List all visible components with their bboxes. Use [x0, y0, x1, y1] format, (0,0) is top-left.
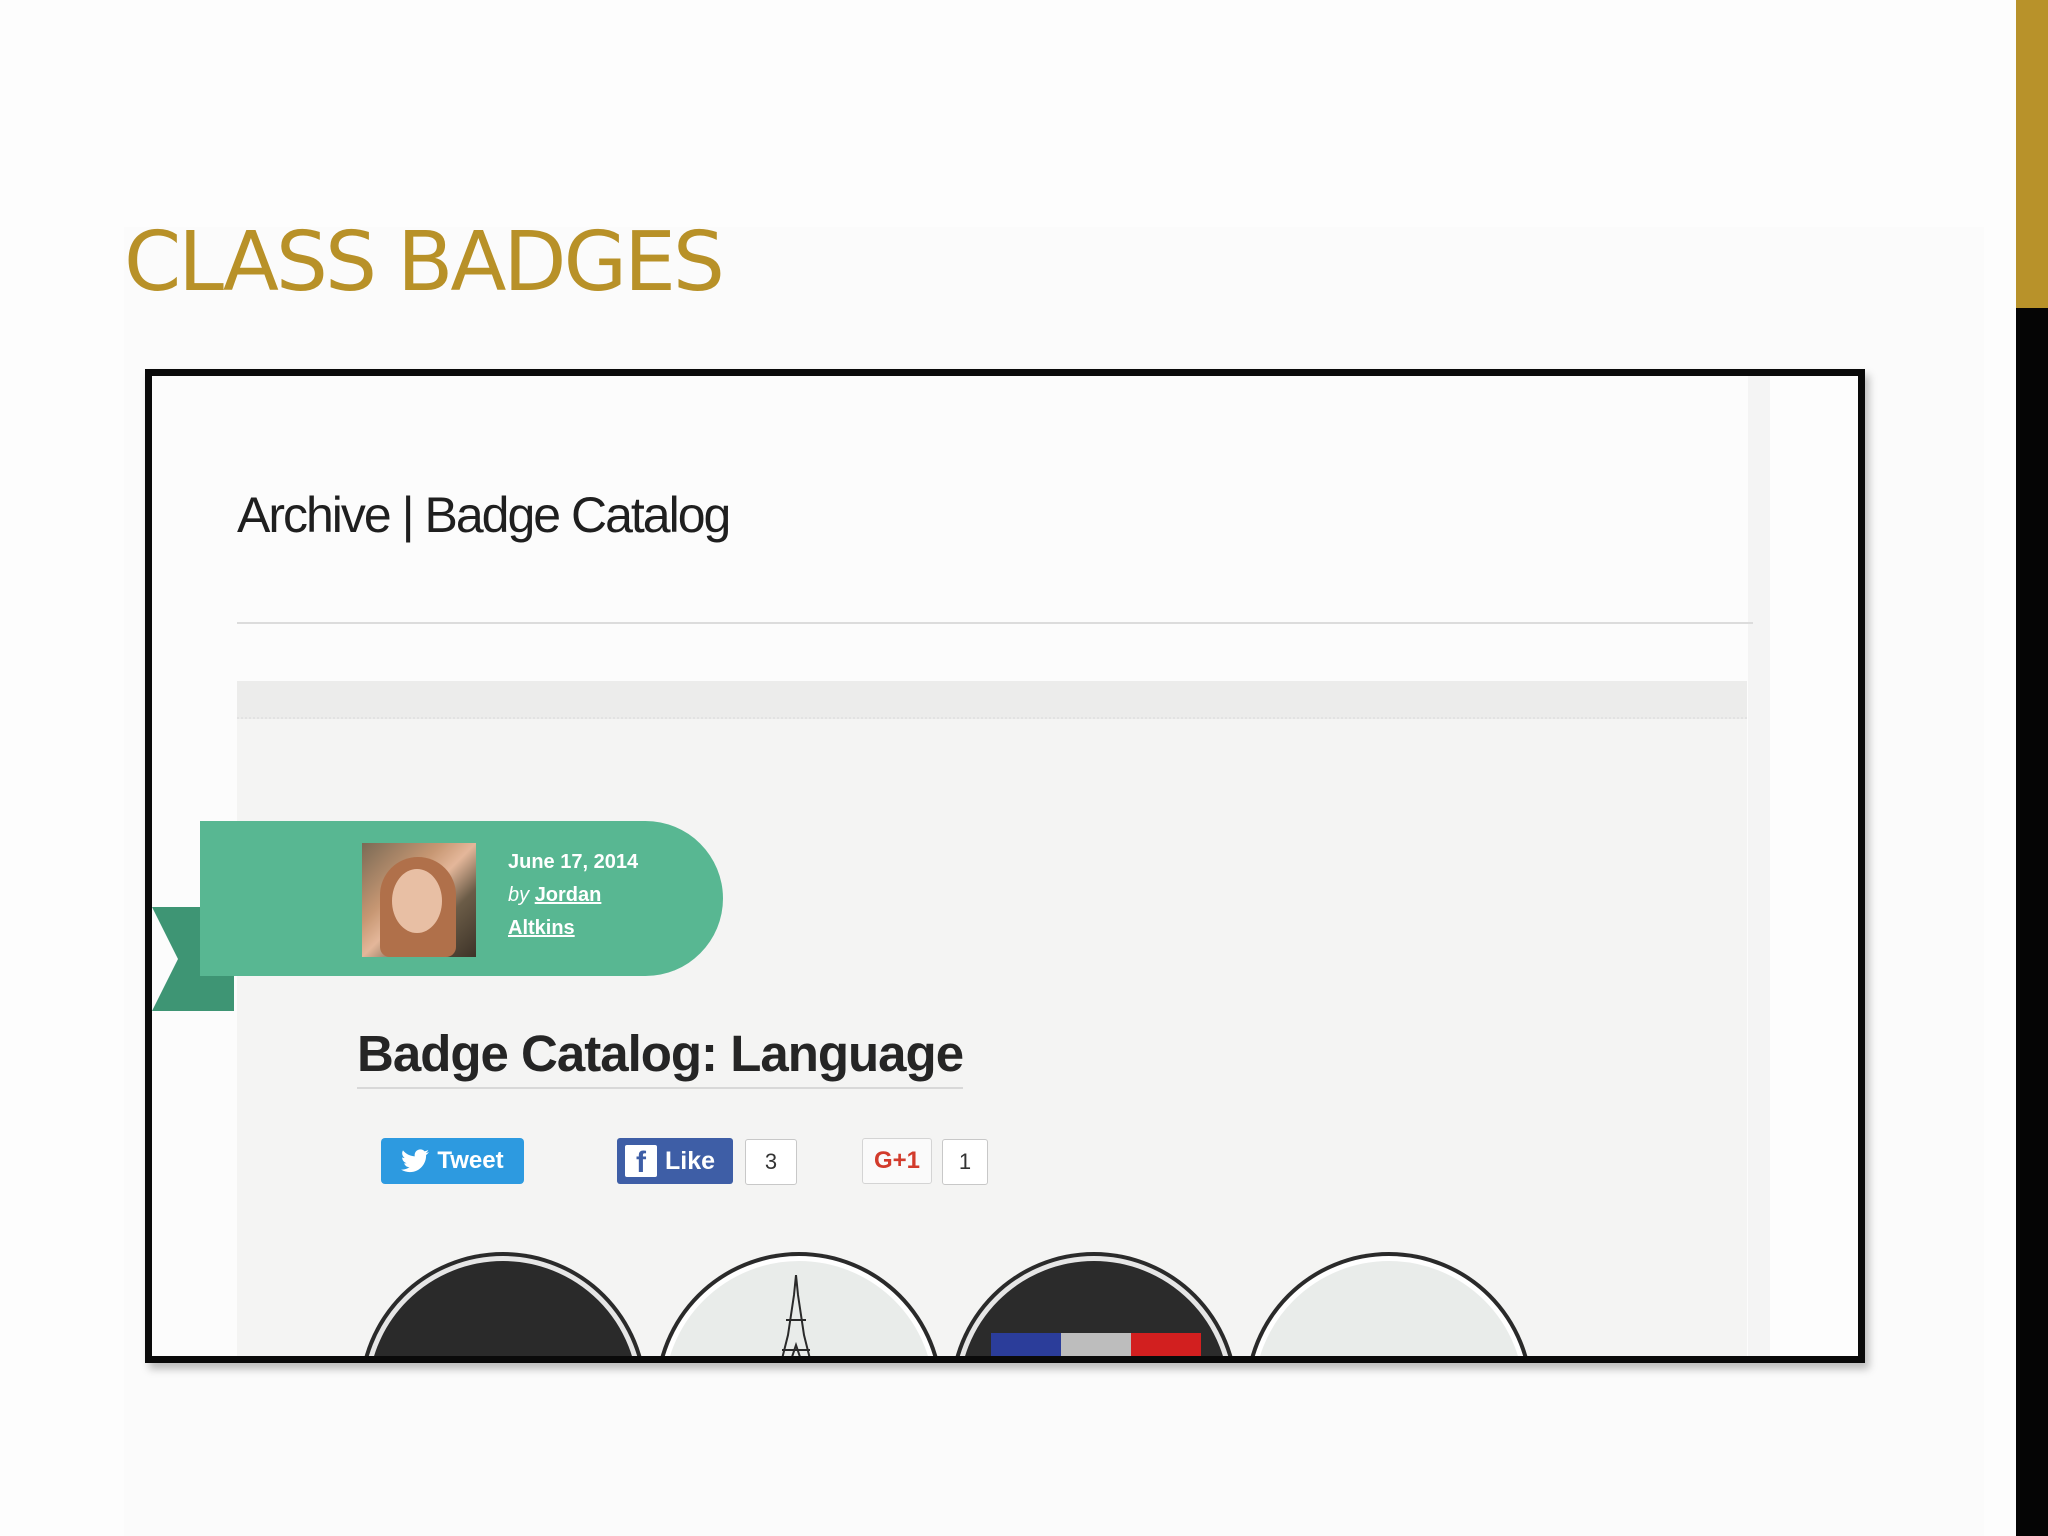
author-link-last[interactable]: Altkins	[508, 912, 638, 945]
heading-divider	[237, 622, 1753, 624]
post-title[interactable]: Badge Catalog: Language	[357, 1024, 964, 1089]
avatar-face	[392, 869, 442, 933]
like-count: 3	[745, 1139, 797, 1185]
gplus-count: 1	[942, 1139, 988, 1185]
author-link-first[interactable]: Jordan	[535, 884, 602, 906]
post-card-header-strip	[237, 681, 1747, 719]
page-right-margin	[1748, 376, 1858, 1356]
facebook-like-button[interactable]: f Like	[617, 1138, 733, 1184]
tweet-label: Tweet	[437, 1147, 504, 1174]
slide-title: CLASS BADGES	[124, 215, 725, 310]
google-plus-button[interactable]: G+1	[862, 1138, 932, 1184]
page-heading: Archive | Badge Catalog	[237, 487, 731, 543]
french-flag-icon	[991, 1333, 1201, 1356]
facebook-icon: f	[625, 1145, 657, 1179]
like-label: Like	[665, 1146, 716, 1175]
post-meta: June 17, 2014 by Jordan Altkins	[508, 846, 638, 945]
slide-side-accent	[2016, 0, 2048, 308]
tweet-button[interactable]: Tweet	[381, 1138, 524, 1184]
author-avatar[interactable]	[362, 843, 476, 957]
slide-side-bar	[2016, 0, 2048, 1536]
screenshot-frame: Archive | Badge Catalog June 17, 2014 by…	[145, 369, 1865, 1363]
post-date: June 17, 2014	[508, 851, 639, 873]
by-label: by	[508, 884, 530, 906]
twitter-bird-icon	[401, 1149, 430, 1173]
eiffel-tower-icon	[781, 1275, 811, 1356]
